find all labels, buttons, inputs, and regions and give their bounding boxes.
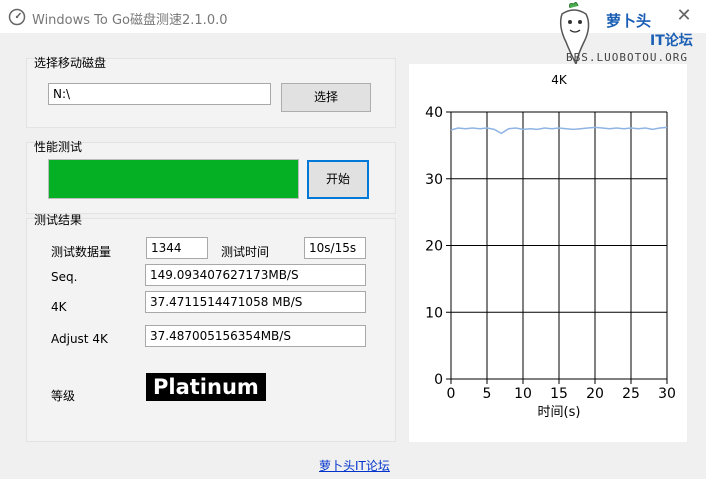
disk-section-label: 选择移动磁盘 bbox=[34, 56, 107, 70]
y-tick-label: 20 bbox=[425, 239, 443, 255]
test-time-label: 测试时间 bbox=[221, 245, 270, 259]
x-tick-label: 5 bbox=[483, 386, 492, 402]
start-button[interactable]: 开始 bbox=[307, 160, 369, 199]
data-amount-label: 测试数据量 bbox=[51, 245, 112, 259]
chart-title: 4K bbox=[551, 73, 568, 87]
watermark-subtitle: IT论坛 bbox=[650, 33, 693, 49]
progress-bar-fill bbox=[49, 160, 298, 198]
watermark-title: 萝卜头 bbox=[606, 12, 652, 30]
perf-section-label: 性能测试 bbox=[34, 140, 83, 154]
forum-link[interactable]: 萝卜头IT论坛 bbox=[319, 457, 390, 474]
chart-panel: 4K 0 5 10 15 20 25 30 0 10 20 30 40 时间(s) bbox=[409, 64, 687, 442]
x-tick-label: 0 bbox=[447, 386, 456, 402]
y-tick-label: 40 bbox=[425, 105, 443, 121]
watermark-url: BBS.LUOBOTOU.ORG bbox=[566, 51, 688, 64]
speedometer-icon bbox=[8, 8, 26, 26]
4k-speed-chart: 4K 0 5 10 15 20 25 30 0 10 20 30 40 时间(s) bbox=[425, 73, 676, 420]
close-button[interactable]: ✕ bbox=[670, 4, 698, 28]
x-tick-label: 30 bbox=[658, 386, 676, 402]
grade-badge: Platinum bbox=[146, 373, 266, 401]
y-tick-label: 10 bbox=[425, 305, 443, 321]
seq-speed-field: 149.093407627173MB/S bbox=[145, 264, 366, 286]
window-title: Windows To Go磁盘测速2.1.0.0 bbox=[32, 13, 228, 28]
4k-speed-field: 37.4711514471058 MB/S bbox=[145, 291, 366, 313]
test-time-field: 10s/15s bbox=[304, 237, 366, 259]
disk-path-field[interactable]: N:\ bbox=[48, 83, 271, 105]
y-tick-label: 30 bbox=[425, 172, 443, 188]
progress-track bbox=[48, 159, 299, 199]
x-tick-label: 25 bbox=[622, 386, 640, 402]
adjust-4k-speed-field: 37.487005156354MB/S bbox=[145, 325, 366, 347]
adjust-4k-label: Adjust 4K bbox=[51, 332, 108, 346]
data-amount-field: 1344 bbox=[146, 237, 208, 259]
4k-label: 4K bbox=[51, 300, 67, 314]
select-disk-button[interactable]: 选择 bbox=[281, 83, 371, 112]
x-tick-label: 15 bbox=[550, 386, 568, 402]
results-section-label: 测试结果 bbox=[34, 213, 83, 227]
x-tick-label: 10 bbox=[514, 386, 532, 402]
x-axis-label: 时间(s) bbox=[538, 405, 581, 420]
x-tick-label: 20 bbox=[586, 386, 604, 402]
y-tick-label: 0 bbox=[434, 372, 443, 388]
seq-label: Seq. bbox=[51, 270, 78, 284]
grade-label: 等级 bbox=[51, 389, 76, 403]
